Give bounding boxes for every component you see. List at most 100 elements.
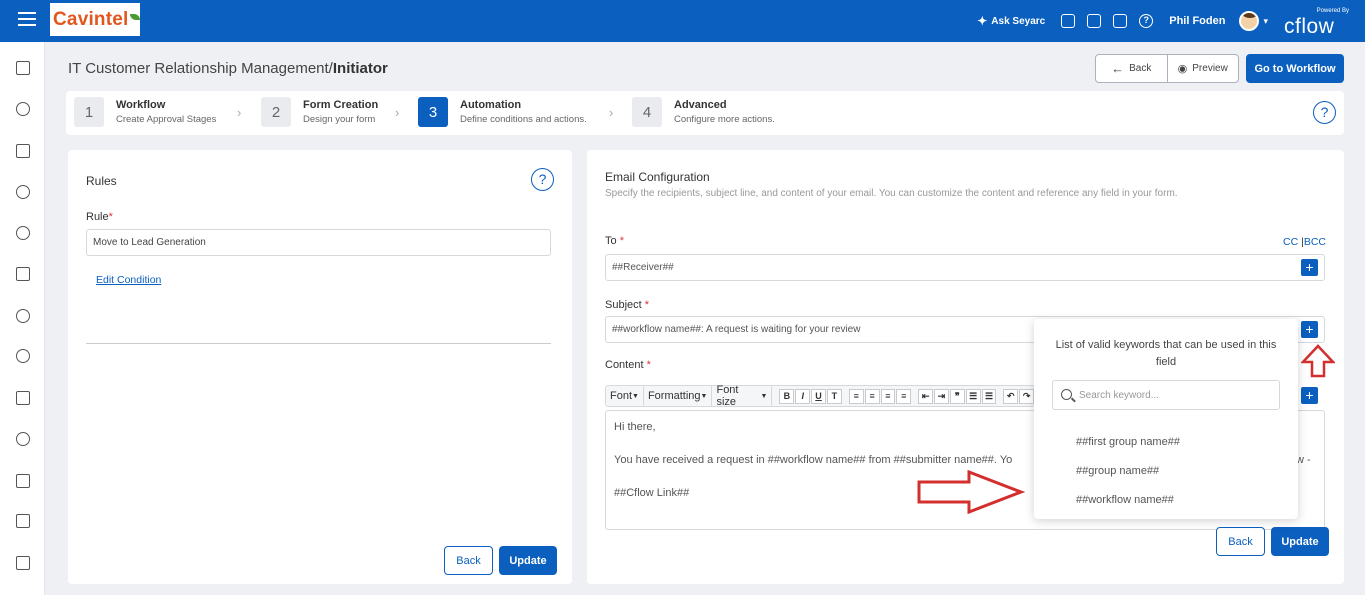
outdent-icon[interactable]: ⇤	[918, 388, 934, 404]
back-button[interactable]: Back	[444, 546, 493, 575]
caret-down-icon: ▼	[760, 392, 768, 400]
underline-icon[interactable]: U	[811, 388, 826, 404]
keyword-search-input[interactable]: Search keyword...	[1052, 380, 1280, 410]
keyword-popover-title: List of valid keywords that can be used …	[1055, 339, 1277, 368]
step-automation[interactable]: 3 Automation Define conditions and actio…	[418, 97, 587, 127]
content-line: You have received a request in ##workflo…	[614, 454, 1013, 466]
font-dropdown[interactable]: Font ▼	[606, 386, 644, 406]
history-icon[interactable]	[16, 432, 30, 446]
to-label: To *	[605, 235, 624, 247]
back-label: Back	[1129, 63, 1152, 74]
bold-icon[interactable]: B	[779, 388, 795, 404]
search-icon	[1061, 389, 1072, 400]
keyword-popover: List of valid keywords that can be used …	[1034, 319, 1298, 519]
font-label: Font	[610, 390, 633, 402]
caret-down-icon: ▼	[700, 392, 708, 400]
help-icon[interactable]: ?	[1139, 14, 1154, 28]
bar-chart-icon[interactable]	[16, 267, 30, 281]
step-workflow[interactable]: 1 Workflow Create Approval Stages	[74, 97, 216, 127]
database-settings-icon[interactable]	[16, 391, 30, 405]
go-to-workflow-button[interactable]: Go to Workflow	[1246, 54, 1344, 83]
content-line-trail: w -	[1296, 454, 1311, 466]
keyword-item[interactable]: ##group name##	[1076, 465, 1159, 477]
back-button[interactable]: Back	[1216, 527, 1265, 556]
user-name[interactable]: Phil Foden	[1169, 15, 1225, 27]
formatting-dropdown[interactable]: Formatting ▼	[644, 386, 713, 406]
video-icon[interactable]	[1061, 14, 1076, 28]
table-settings-icon[interactable]	[16, 144, 30, 158]
page-title-strong: Initiator	[332, 60, 388, 77]
keyword-item[interactable]: ##workflow name##	[1076, 494, 1174, 506]
required-marker: *	[646, 359, 651, 371]
update-button[interactable]: Update	[1271, 527, 1329, 556]
keyword-search-placeholder: Search keyword...	[1079, 390, 1160, 401]
scan-icon[interactable]	[16, 556, 30, 570]
edit-condition-link[interactable]: Edit Condition	[96, 274, 161, 286]
step-subtitle: Define conditions and actions.	[460, 114, 587, 125]
step-title: Form Creation	[303, 99, 379, 111]
document-icon[interactable]	[1087, 14, 1102, 28]
undo-icon[interactable]: ↶	[1003, 388, 1019, 404]
step-number: 4	[632, 97, 662, 127]
form-icon[interactable]	[1113, 14, 1128, 28]
network-icon[interactable]	[16, 349, 30, 363]
align-center-icon[interactable]: ≡	[864, 388, 880, 404]
home-icon[interactable]	[16, 61, 30, 75]
back-button[interactable]: ← Back	[1096, 55, 1167, 82]
sparkle-icon: ✦	[977, 14, 988, 28]
menu-icon[interactable]	[18, 12, 36, 28]
ordered-list-icon[interactable]: ☰	[965, 388, 981, 404]
plus-icon[interactable]: +	[1301, 259, 1318, 276]
font-size-dropdown[interactable]: Font size ▼	[712, 384, 773, 408]
help-icon[interactable]: ?	[1313, 101, 1336, 124]
align-right-icon[interactable]: ≡	[880, 388, 896, 404]
lightbulb-icon[interactable]	[16, 226, 30, 240]
email-title: Email Configuration	[605, 170, 710, 184]
users-settings-icon[interactable]	[16, 309, 30, 323]
share-icon[interactable]	[16, 102, 30, 116]
tools-icon[interactable]	[16, 474, 30, 488]
redo-icon[interactable]: ↷	[1019, 388, 1035, 404]
bcc-link[interactable]: BCC	[1304, 236, 1326, 248]
stepper: 1 Workflow Create Approval Stages › 2 Fo…	[66, 91, 1344, 135]
keyword-item[interactable]: ##first group name##	[1076, 436, 1180, 448]
to-field[interactable]: ##Receiver##	[605, 254, 1325, 281]
italic-icon[interactable]: I	[795, 388, 811, 404]
step-subtitle: Configure more actions.	[674, 114, 775, 125]
rule-label: Rule*	[86, 211, 113, 223]
rules-title: Rules	[86, 174, 117, 188]
rules-panel: Rules ? Rule* Move to Lead Generation Ed…	[68, 150, 572, 584]
align-left-icon[interactable]: ≡	[848, 388, 864, 404]
preview-label: Preview	[1192, 63, 1228, 74]
preview-button[interactable]: ◉ Preview	[1166, 55, 1239, 82]
rule-input[interactable]: Move to Lead Generation	[86, 229, 551, 256]
blockquote-icon[interactable]: ❞	[949, 388, 965, 404]
avatar[interactable]	[1239, 11, 1260, 31]
step-advanced[interactable]: 4 Advanced Configure more actions.	[632, 97, 775, 127]
annotation-arrow-right-icon	[917, 470, 1025, 514]
step-form-creation[interactable]: 2 Form Creation Design your form	[261, 97, 378, 127]
edit-icon[interactable]	[16, 514, 30, 528]
plus-icon[interactable]: +	[1301, 387, 1318, 404]
cloud-upload-icon[interactable]	[16, 185, 30, 199]
company-logo[interactable]: Cavintel	[50, 3, 140, 36]
help-icon[interactable]: ?	[531, 168, 554, 191]
ask-seyarc-button[interactable]: ✦ Ask Seyarc	[977, 14, 1045, 28]
unordered-list-icon[interactable]: ☰	[981, 388, 997, 404]
leaf-icon	[129, 13, 140, 20]
content-label: Content *	[605, 359, 651, 371]
page-title-prefix: IT Customer Relationship Management/	[68, 60, 333, 77]
chevron-down-icon[interactable]: ▾	[1263, 16, 1268, 27]
align-justify-icon[interactable]: ≡	[896, 388, 912, 404]
font-size-label: Font size	[716, 384, 739, 408]
indent-icon[interactable]: ⇥	[934, 388, 949, 404]
update-button[interactable]: Update	[499, 546, 557, 575]
plus-icon[interactable]: +	[1301, 321, 1318, 338]
cc-link[interactable]: CC	[1283, 236, 1298, 248]
caret-down-icon: ▼	[632, 392, 639, 400]
text-format-icon[interactable]: T	[826, 388, 842, 404]
step-subtitle: Create Approval Stages	[116, 114, 217, 125]
email-description: Specify the recipients, subject line, an…	[605, 188, 1178, 199]
content-line: Hi there,	[614, 421, 656, 433]
cc-bcc: CC |BCC	[1283, 236, 1326, 248]
